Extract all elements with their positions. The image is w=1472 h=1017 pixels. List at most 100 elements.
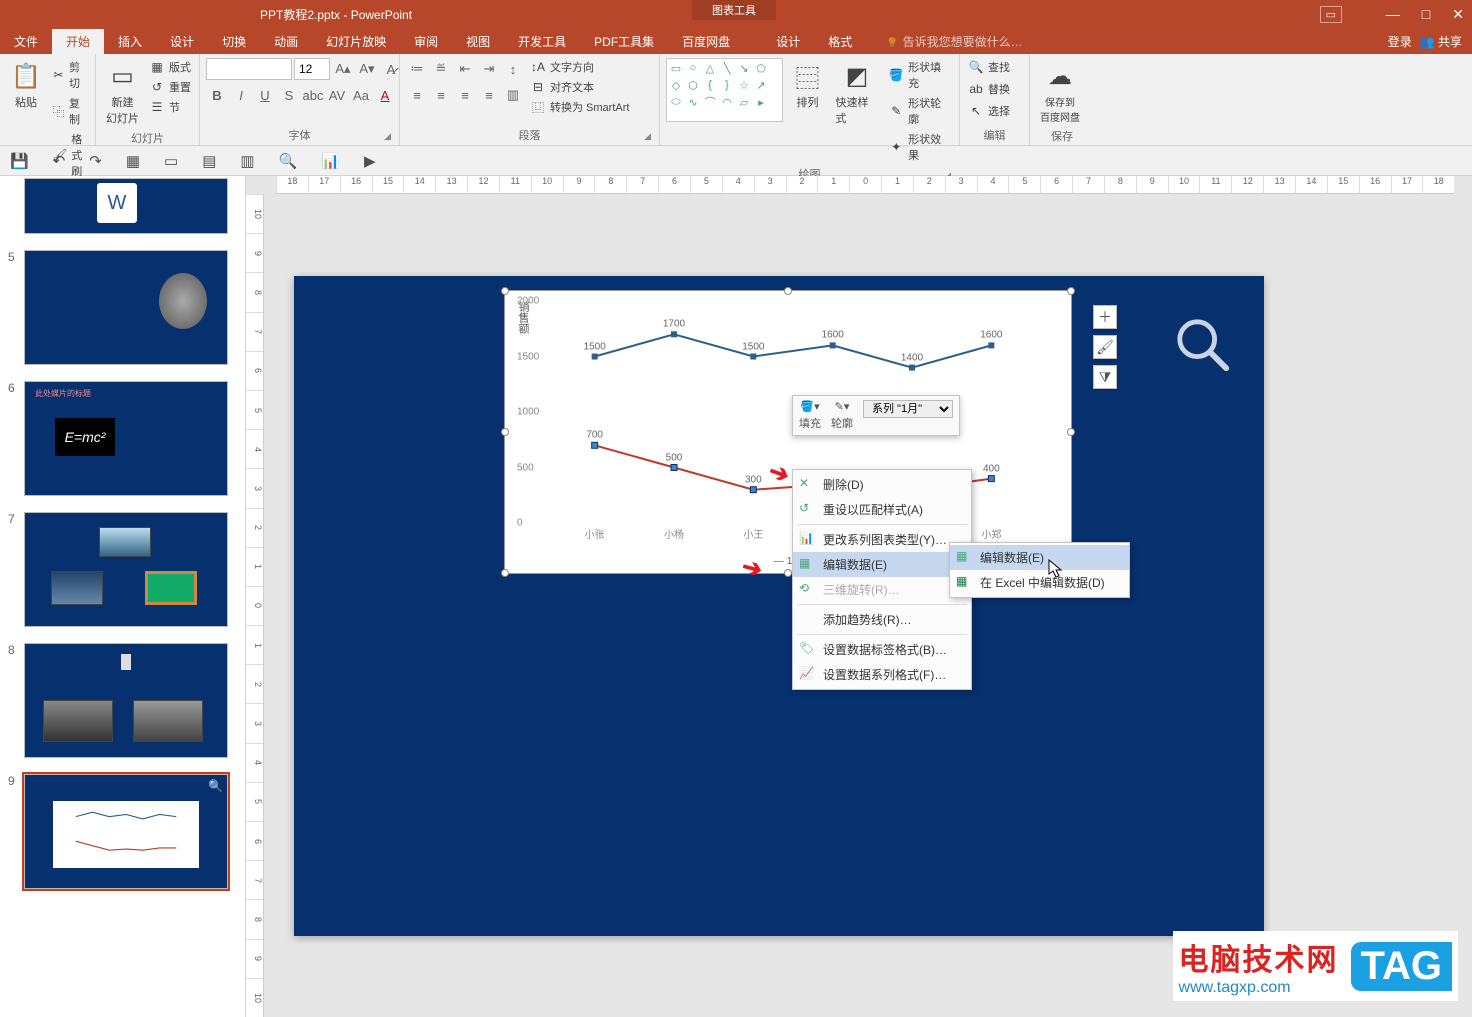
tab-chart-design[interactable]: 设计: [762, 29, 814, 54]
save-cloud-button[interactable]: ☁保存到 百度网盘: [1036, 58, 1084, 126]
cut-button[interactable]: ✂剪切: [50, 58, 89, 92]
undo-icon[interactable]: ↶: [53, 152, 66, 170]
shape-outline-button[interactable]: ✎形状轮廓: [887, 94, 954, 128]
font-family-select[interactable]: [206, 58, 292, 80]
save-icon[interactable]: 💾: [10, 152, 29, 170]
new-slide-button[interactable]: ▭新建 幻灯片: [102, 58, 143, 128]
menu-series-format[interactable]: 📈设置数据系列格式(F)…: [793, 662, 971, 687]
numbering-button[interactable]: ≝: [430, 58, 452, 80]
tab-pdf[interactable]: PDF工具集: [580, 29, 668, 54]
tab-file[interactable]: 文件: [0, 29, 52, 54]
qat-icon-5[interactable]: 🔍: [279, 152, 298, 170]
series-select[interactable]: 系列 "1月": [863, 400, 953, 418]
font-size-select[interactable]: 12: [294, 58, 330, 80]
italic-button[interactable]: I: [230, 84, 252, 106]
qat-icon-2[interactable]: ▭: [164, 152, 178, 170]
tab-view[interactable]: 视图: [452, 29, 504, 54]
tab-chart-format[interactable]: 格式: [814, 29, 866, 54]
grow-font-button[interactable]: A▴: [332, 58, 354, 80]
menu-edit-data[interactable]: ▦编辑数据(E)▸: [793, 552, 971, 577]
tab-review[interactable]: 审阅: [400, 29, 452, 54]
indent-inc-button[interactable]: ⇥: [478, 58, 500, 80]
login-button[interactable]: 登录: [1388, 33, 1412, 50]
mini-fill-button[interactable]: 🪣▾填充: [799, 400, 821, 431]
dialog-launcher-icon[interactable]: ◢: [644, 131, 651, 142]
underline-button[interactable]: U: [254, 84, 276, 106]
arrange-button[interactable]: ⿳排列: [787, 58, 827, 112]
ribbon-display-options-icon[interactable]: ▭: [1320, 6, 1342, 23]
case-button[interactable]: Aa: [350, 84, 372, 106]
tab-home[interactable]: 开始: [52, 29, 104, 54]
qat-icon-1[interactable]: ▦: [126, 152, 140, 170]
strike-button[interactable]: S: [278, 84, 300, 106]
spacing-button[interactable]: AV: [326, 84, 348, 106]
qat-icon-7[interactable]: ▶: [364, 152, 376, 170]
shapes-gallery[interactable]: ▭○△╲↘⬠ ◇⬡{}☆↗ ⬭∿⌒◠▱▸: [666, 58, 783, 122]
slide-editor[interactable]: 1817161514131211109876543210123456789101…: [246, 176, 1472, 1017]
tab-insert[interactable]: 插入: [104, 29, 156, 54]
copy-button[interactable]: ⿻复制: [50, 94, 89, 128]
tell-me-input[interactable]: 告诉我您想要做什么…: [866, 33, 1022, 50]
reset-button[interactable]: ↺重置: [147, 78, 193, 96]
slide-thumb-9[interactable]: 🔍: [24, 774, 228, 889]
dialog-launcher-icon[interactable]: ◢: [384, 131, 391, 142]
tab-slideshow[interactable]: 幻灯片放映: [312, 29, 400, 54]
share-button[interactable]: 👥 共享: [1420, 33, 1462, 50]
paste-button[interactable]: 📋粘贴: [6, 58, 46, 112]
replace-button[interactable]: ab替换: [966, 80, 1012, 98]
close-icon[interactable]: ✕: [1452, 6, 1464, 23]
layout-button[interactable]: ▦版式: [147, 58, 193, 76]
submenu-edit-excel[interactable]: ▦在 Excel 中编辑数据(D): [950, 570, 1129, 595]
maximize-icon[interactable]: □: [1422, 6, 1430, 22]
menu-reset-style[interactable]: ↺重设以匹配样式(A): [793, 497, 971, 522]
chart-styles-button[interactable]: 🖌: [1093, 335, 1117, 359]
font-color-button[interactable]: A: [374, 84, 396, 106]
smartart-button[interactable]: ⿶转换为 SmartArt: [528, 98, 631, 116]
tab-developer[interactable]: 开发工具: [504, 29, 580, 54]
align-left-button[interactable]: ≡: [406, 84, 428, 106]
menu-change-chart-type[interactable]: 📊更改系列图表类型(Y)…: [793, 527, 971, 552]
tab-animations[interactable]: 动画: [260, 29, 312, 54]
menu-delete[interactable]: ✕删除(D): [793, 472, 971, 497]
clear-format-button[interactable]: A̷: [380, 58, 402, 80]
menu-add-trendline[interactable]: 添加趋势线(R)…: [793, 607, 971, 632]
chart-object[interactable]: ＋ 🖌 ⧩ 销售额 姓名 0500100015002000小张小杨小王小赵小李小…: [504, 290, 1072, 574]
slide-thumbnails[interactable]: W 5 6此处媒片的标题E=mc² 7 8 9🔍: [0, 176, 246, 1017]
menu-data-label-format[interactable]: 🏷设置数据标签格式(B)…: [793, 637, 971, 662]
slide-thumb-7[interactable]: [24, 512, 228, 627]
shape-fill-button[interactable]: 🪣形状填充: [887, 58, 954, 92]
quick-styles-button[interactable]: ◩快速样式: [831, 58, 882, 128]
section-button[interactable]: ☰节: [147, 98, 193, 116]
minimize-icon[interactable]: —: [1386, 6, 1400, 22]
select-button[interactable]: ↖选择: [966, 102, 1012, 120]
align-center-button[interactable]: ≡: [430, 84, 452, 106]
columns-button[interactable]: ▥: [502, 84, 524, 106]
shrink-font-button[interactable]: A▾: [356, 58, 378, 80]
mini-outline-button[interactable]: ✎▾轮廓: [831, 400, 853, 431]
text-direction-button[interactable]: ↕A文字方向: [528, 58, 631, 76]
chart-filters-button[interactable]: ⧩: [1093, 365, 1117, 389]
find-button[interactable]: 🔍查找: [966, 58, 1012, 76]
tab-baidu[interactable]: 百度网盘: [668, 29, 744, 54]
bold-button[interactable]: B: [206, 84, 228, 106]
qat-icon-3[interactable]: ▤: [202, 152, 216, 170]
qat-icon-4[interactable]: ▥: [240, 152, 254, 170]
slide-thumb-5[interactable]: [24, 250, 228, 365]
bullets-button[interactable]: ≔: [406, 58, 428, 80]
align-right-button[interactable]: ≡: [454, 84, 476, 106]
shape-effects-button[interactable]: ✦形状效果: [887, 130, 954, 164]
align-text-button[interactable]: ⊟对齐文本: [528, 78, 631, 96]
slide-canvas[interactable]: ＋ 🖌 ⧩ 销售额 姓名 0500100015002000小张小杨小王小赵小李小…: [294, 276, 1264, 936]
qat-icon-6[interactable]: 📊: [321, 152, 340, 170]
justify-button[interactable]: ≡: [478, 84, 500, 106]
shadow-button[interactable]: abc: [302, 84, 324, 106]
tab-transitions[interactable]: 切换: [208, 29, 260, 54]
tab-design[interactable]: 设计: [156, 29, 208, 54]
slide-thumb-4-partial[interactable]: W: [24, 178, 228, 234]
chart-elements-button[interactable]: ＋: [1093, 305, 1117, 329]
redo-icon[interactable]: ↷: [89, 152, 102, 170]
submenu-edit-data[interactable]: ▦编辑数据(E): [950, 545, 1129, 570]
line-spacing-button[interactable]: ↕: [502, 58, 524, 80]
indent-dec-button[interactable]: ⇤: [454, 58, 476, 80]
slide-thumb-8[interactable]: [24, 643, 228, 758]
